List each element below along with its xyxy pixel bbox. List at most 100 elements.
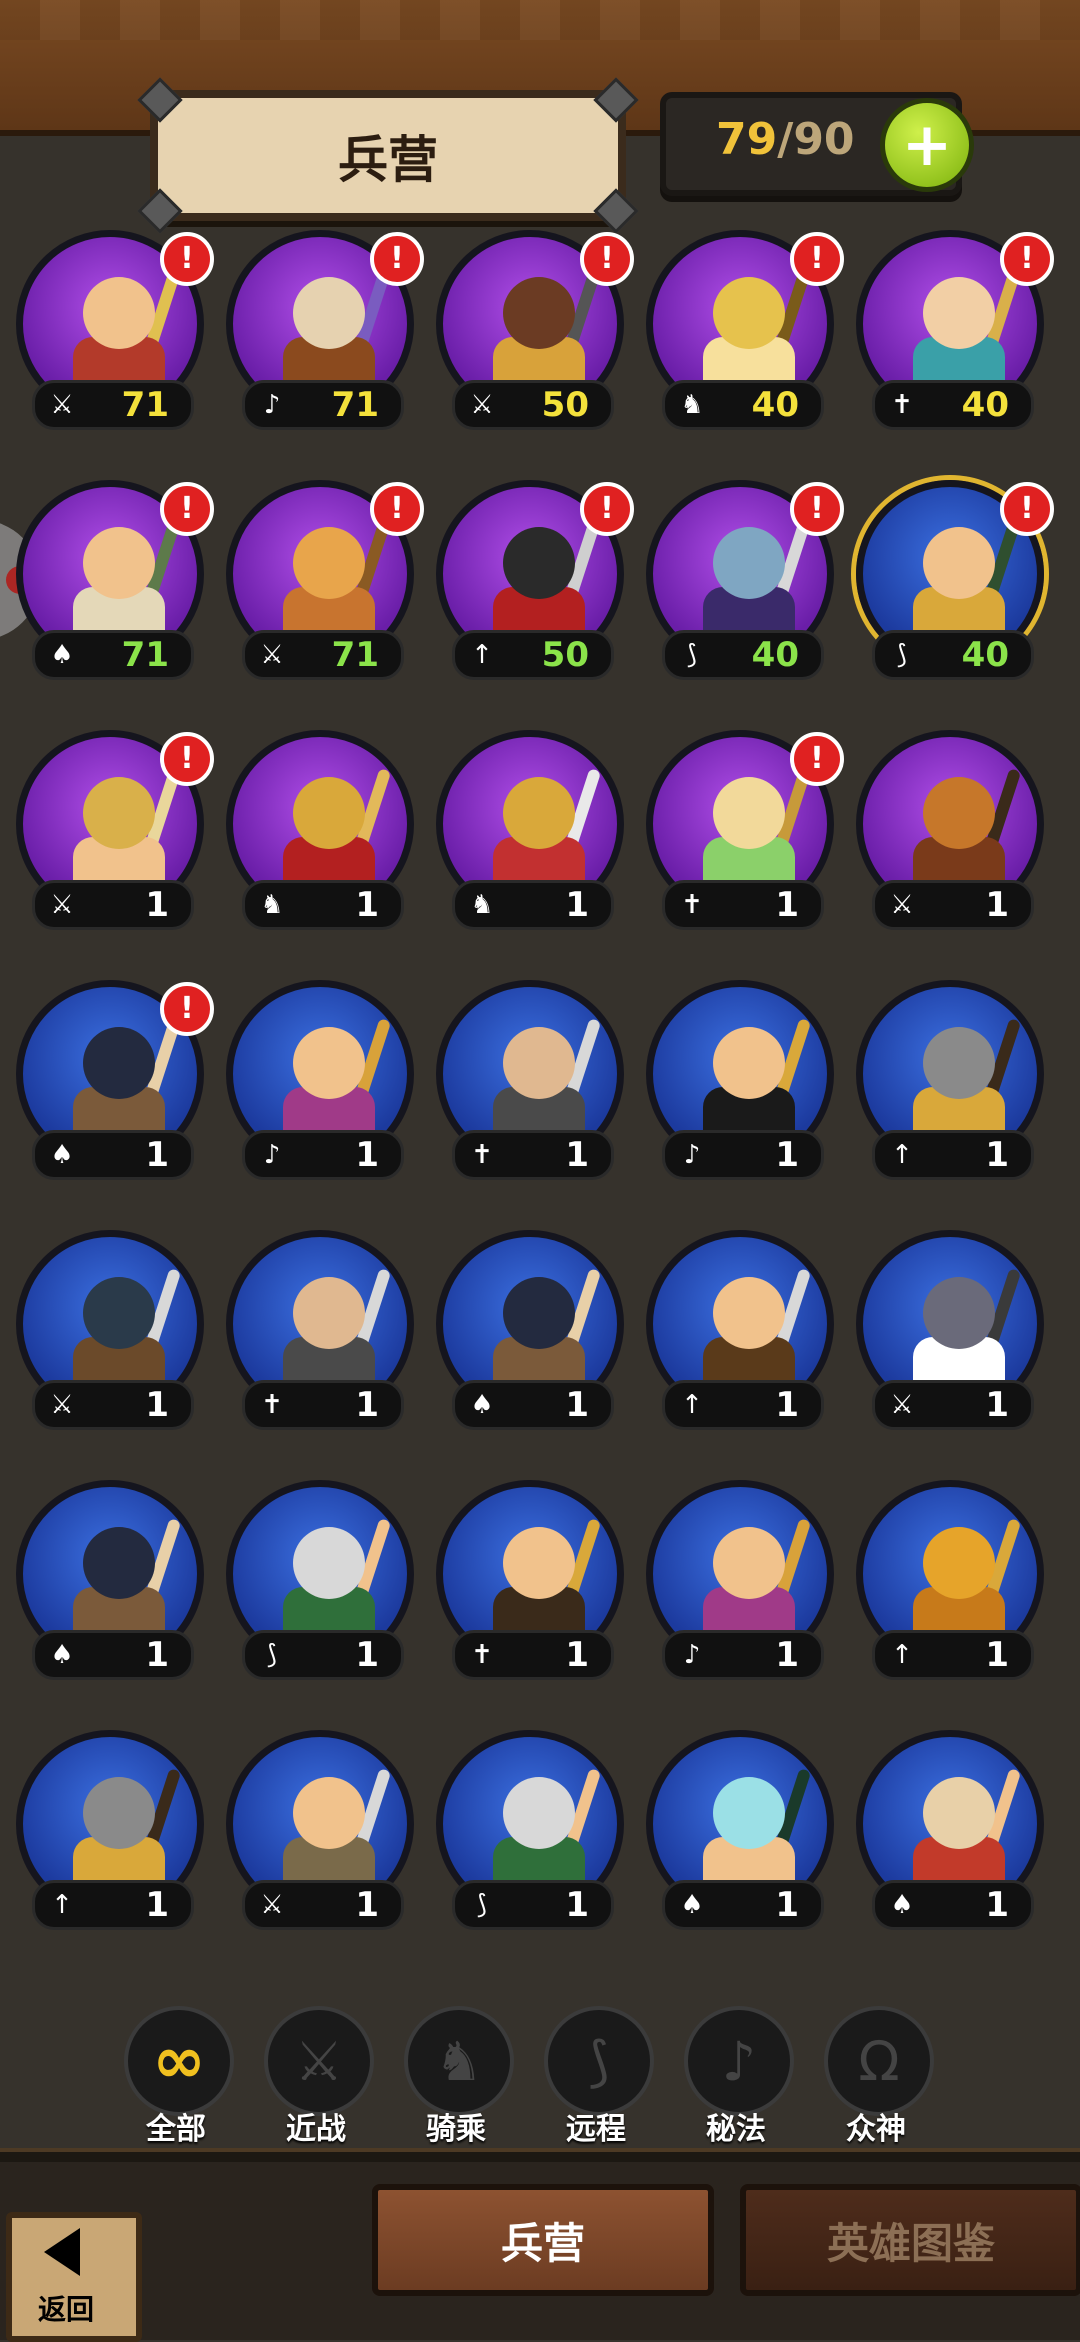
unit-card[interactable]: ✝ 1 bbox=[430, 980, 630, 1190]
filter-label: 秘法 bbox=[706, 2112, 766, 2147]
unit-card[interactable]: ♪ 1 bbox=[640, 1480, 840, 1690]
bow-icon: ⟆ bbox=[896, 640, 908, 670]
head-icon bbox=[923, 277, 995, 349]
alert-badge-icon: ! bbox=[790, 232, 844, 286]
head-icon bbox=[293, 1027, 365, 1099]
spear-icon: ↑ bbox=[891, 1140, 913, 1170]
unit-card[interactable]: ♠ 1 bbox=[430, 1230, 630, 1440]
unit-count: 1 bbox=[355, 1385, 379, 1425]
unit-card[interactable]: ♞ 40! bbox=[640, 230, 844, 440]
god-icon: ✝ bbox=[891, 390, 913, 420]
unit-card[interactable]: ↑ 1 bbox=[850, 980, 1050, 1190]
unit-character-icon bbox=[63, 1267, 182, 1397]
alert-badge-icon: ! bbox=[370, 232, 424, 286]
unit-card[interactable]: ↑ 1 bbox=[640, 1230, 840, 1440]
filter-mystic[interactable]: ♪ 秘法 bbox=[680, 2000, 794, 2150]
filter-label: 骑乘 bbox=[426, 2112, 486, 2147]
unit-card[interactable]: ♠ 71! bbox=[10, 480, 214, 690]
head-icon bbox=[83, 1777, 155, 1849]
alert-badge-icon: ! bbox=[160, 232, 214, 286]
unit-count: 71 bbox=[331, 635, 379, 675]
unit-card[interactable]: ♠ 1! bbox=[10, 980, 214, 1190]
unit-count: 71 bbox=[331, 385, 379, 425]
unit-card[interactable]: ✝ 40! bbox=[850, 230, 1054, 440]
unit-stat-bar: ✝ 1 bbox=[452, 1130, 614, 1180]
unit-card[interactable]: ⟆ 1 bbox=[430, 1730, 630, 1940]
add-capacity-button[interactable]: + bbox=[880, 98, 974, 192]
unit-character-icon bbox=[693, 1767, 812, 1897]
unit-card[interactable]: ⚔ 50! bbox=[430, 230, 634, 440]
mystic-icon: ♪ bbox=[684, 2006, 794, 2116]
filter-bow[interactable]: ⟆ 远程 bbox=[540, 2000, 654, 2150]
unit-card[interactable]: ♪ 71! bbox=[220, 230, 424, 440]
unit-card[interactable]: ↑ 1 bbox=[10, 1730, 210, 1940]
tab-hero-codex[interactable]: 英雄图鉴 bbox=[740, 2184, 1080, 2296]
unit-card[interactable]: ⚔ 1 bbox=[10, 1230, 210, 1440]
unit-stat-bar: ⚔ 71 bbox=[32, 380, 194, 430]
unit-stat-bar: ♪ 71 bbox=[242, 380, 404, 430]
alert-badge-icon: ! bbox=[370, 482, 424, 536]
unit-card[interactable]: ⚔ 1! bbox=[10, 730, 214, 940]
unit-card[interactable]: ♪ 1 bbox=[220, 980, 420, 1190]
unit-card[interactable]: ♞ 1 bbox=[220, 730, 420, 940]
unit-character-icon bbox=[483, 767, 602, 897]
unit-character-icon bbox=[273, 1517, 392, 1647]
filter-sword[interactable]: ⚔ 近战 bbox=[260, 2000, 374, 2150]
spear-icon: ↑ bbox=[51, 1890, 73, 1920]
unit-stat-bar: ✝ 1 bbox=[452, 1630, 614, 1680]
unit-character-icon bbox=[483, 1517, 602, 1647]
unit-card[interactable]: ⚔ 1 bbox=[220, 1730, 420, 1940]
unit-card[interactable]: ⚔ 71! bbox=[10, 230, 214, 440]
omega-icon: Ω bbox=[824, 2006, 934, 2116]
unit-character-icon bbox=[273, 517, 392, 647]
head-icon bbox=[923, 1277, 995, 1349]
page-title: 兵营 bbox=[338, 130, 438, 189]
unit-stat-bar: ⚔ 1 bbox=[32, 1380, 194, 1430]
back-button[interactable]: 返回 bbox=[6, 2212, 142, 2342]
head-icon bbox=[83, 1277, 155, 1349]
mount-alt-icon: ♠ bbox=[680, 1890, 704, 1920]
unit-card[interactable]: ✝ 1 bbox=[430, 1480, 630, 1690]
unit-character-icon bbox=[63, 517, 182, 647]
unit-card[interactable]: ⟆ 40! bbox=[640, 480, 844, 690]
unit-card[interactable]: ♪ 1 bbox=[640, 980, 840, 1190]
unit-card[interactable]: ✝ 1! bbox=[640, 730, 844, 940]
head-icon bbox=[503, 1777, 575, 1849]
unit-stat-bar: ✝ 1 bbox=[662, 880, 824, 930]
unit-character-icon bbox=[903, 1017, 1022, 1147]
unit-card[interactable]: ♠ 1 bbox=[850, 1730, 1050, 1940]
mount-alt-icon: ♠ bbox=[890, 1890, 914, 1920]
unit-card[interactable]: ⚔ 1 bbox=[850, 730, 1050, 940]
unit-card[interactable]: ⚔ 71! bbox=[220, 480, 424, 690]
unit-card[interactable]: ♠ 1 bbox=[640, 1730, 840, 1940]
unit-character-icon bbox=[483, 1767, 602, 1897]
head-icon bbox=[83, 1527, 155, 1599]
head-icon bbox=[503, 777, 575, 849]
god-icon: ✝ bbox=[681, 890, 703, 920]
unit-stat-bar: ♞ 1 bbox=[452, 880, 614, 930]
unit-character-icon bbox=[693, 1517, 812, 1647]
unit-card[interactable]: ⟆ 40! bbox=[850, 480, 1054, 690]
title-plate: 兵营 bbox=[137, 77, 639, 234]
unit-card[interactable]: ⟆ 1 bbox=[220, 1480, 420, 1690]
sword-icon: ⚔ bbox=[50, 890, 74, 920]
unit-stat-bar: ✝ 1 bbox=[242, 1380, 404, 1430]
unit-character-icon bbox=[273, 1767, 392, 1897]
filter-infinity[interactable]: ∞ 全部 bbox=[120, 2000, 234, 2150]
unit-character-icon bbox=[483, 267, 602, 397]
filter-omega[interactable]: Ω 众神 bbox=[820, 2000, 934, 2150]
head-icon bbox=[923, 1777, 995, 1849]
unit-card[interactable]: ♞ 1 bbox=[430, 730, 630, 940]
unit-card[interactable]: ⚔ 1 bbox=[850, 1230, 1050, 1440]
unit-card[interactable]: ↑ 1 bbox=[850, 1480, 1050, 1690]
unit-stat-bar: ⟆ 40 bbox=[662, 630, 824, 680]
unit-stat-bar: ↑ 50 bbox=[452, 630, 614, 680]
filter-horse[interactable]: ♞ 骑乘 bbox=[400, 2000, 514, 2150]
spear-icon: ↑ bbox=[471, 640, 493, 670]
head-icon bbox=[293, 1777, 365, 1849]
unit-count: 50 bbox=[541, 635, 589, 675]
tab-barracks[interactable]: 兵营 bbox=[372, 2184, 714, 2296]
unit-card[interactable]: ↑ 50! bbox=[430, 480, 634, 690]
unit-card[interactable]: ♠ 1 bbox=[10, 1480, 210, 1690]
unit-card[interactable]: ✝ 1 bbox=[220, 1230, 420, 1440]
